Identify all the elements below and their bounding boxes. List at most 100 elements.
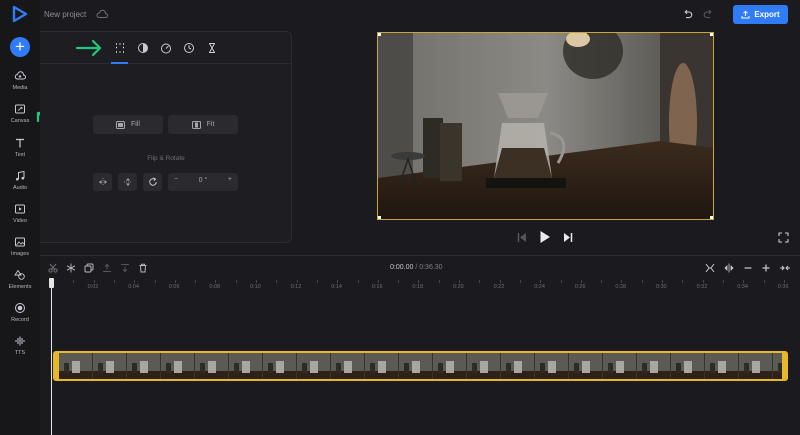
- add-button[interactable]: +: [10, 37, 30, 57]
- clip-thumbnail: [705, 353, 738, 379]
- fit-timeline-icon[interactable]: [705, 263, 715, 273]
- ruler-tick-mark: [499, 280, 501, 283]
- rotate-button[interactable]: [143, 173, 162, 191]
- time-display: 0:00.00 / 0:36.30: [390, 264, 443, 271]
- ruler-tick-mark: [662, 280, 663, 283]
- ruler-tick-label: 0:02: [87, 284, 99, 290]
- sidebar-item-tts[interactable]: TTS: [0, 335, 40, 356]
- video-clip[interactable]: [53, 351, 788, 381]
- sidebar-item-label: Images: [10, 251, 30, 257]
- upload-icon: [741, 10, 750, 19]
- clip-thumbnail: [637, 353, 670, 379]
- ruler-tick-label: 0:14: [331, 284, 342, 290]
- ruler-tick-mark: [580, 280, 582, 283]
- canvas-size-icon[interactable]: [114, 42, 126, 54]
- total-time: 0:36.30: [419, 264, 443, 271]
- playhead-handle[interactable]: [49, 278, 54, 288]
- project-title[interactable]: New project: [44, 10, 86, 19]
- ruler-tick-label: 0:10: [250, 284, 261, 290]
- fill-label: Fill: [131, 121, 140, 128]
- sidebar-item-text[interactable]: Text: [0, 137, 40, 158]
- scissors-icon[interactable]: [48, 263, 58, 273]
- video-preview[interactable]: [377, 32, 714, 220]
- clip-thumbnail: [127, 353, 160, 379]
- sidebar-item-media[interactable]: Media: [0, 70, 40, 91]
- skip-forward-icon[interactable]: [563, 232, 573, 243]
- ruler-tick-mark: [763, 280, 765, 283]
- record-icon: [15, 303, 25, 313]
- ruler-tick-mark: [459, 280, 460, 283]
- ruler-tick-label: 0:12: [290, 284, 302, 290]
- speed-icon[interactable]: [160, 42, 172, 54]
- hourglass-icon[interactable]: [206, 42, 218, 54]
- cloud-upload-icon: [14, 71, 26, 80]
- freeze-icon[interactable]: [66, 263, 76, 273]
- ruler-tick-mark: [479, 280, 481, 283]
- clip-thumbnail: [93, 353, 126, 379]
- sidebar-item-label: TTS: [14, 350, 26, 356]
- sidebar-item-label: Audio: [12, 185, 28, 191]
- video-icon: [15, 204, 25, 214]
- move-up-icon[interactable]: [102, 263, 112, 273]
- resize-handle[interactable]: [710, 216, 713, 219]
- editor-app: + Media Canvas Text Audio Video Images E…: [0, 0, 800, 435]
- rotate-increment-button[interactable]: +: [228, 176, 232, 183]
- play-icon[interactable]: [539, 230, 551, 244]
- zoom-in-icon[interactable]: [761, 263, 771, 273]
- redo-icon[interactable]: [703, 9, 714, 20]
- collapse-icon[interactable]: [779, 263, 791, 273]
- clip-thumbnail: [569, 353, 602, 379]
- ruler-tick-label: 0:22: [493, 284, 505, 290]
- resize-handle[interactable]: [378, 216, 381, 219]
- split-icon[interactable]: [724, 263, 734, 273]
- clip-thumbnail: [671, 353, 704, 379]
- ruler-tick-label: 0:34: [737, 284, 748, 290]
- move-down-icon[interactable]: [120, 263, 130, 273]
- sidebar-item-video[interactable]: Video: [0, 203, 40, 224]
- undo-icon[interactable]: [682, 9, 693, 20]
- playhead[interactable]: [51, 278, 52, 435]
- resize-handle[interactable]: [378, 33, 381, 36]
- filters-icon[interactable]: [137, 42, 149, 54]
- clip-thumbnail: [399, 353, 432, 379]
- export-button[interactable]: Export: [733, 5, 788, 24]
- ruler-tick-mark: [783, 280, 785, 283]
- duplicate-icon[interactable]: [84, 263, 94, 273]
- export-label: Export: [754, 10, 780, 19]
- trash-icon[interactable]: [138, 263, 148, 273]
- logo-icon[interactable]: [11, 5, 29, 23]
- fullscreen-icon[interactable]: [778, 232, 789, 243]
- fit-button[interactable]: Fit: [168, 115, 238, 134]
- fit-label: Fit: [206, 121, 215, 128]
- duration-icon[interactable]: [183, 42, 195, 54]
- cloud-saved-icon: [96, 9, 108, 18]
- fill-button[interactable]: Fill: [93, 115, 163, 134]
- rotation-stepper[interactable]: − 0 ° +: [168, 173, 238, 191]
- ruler-tick-label: 0:24: [534, 284, 545, 290]
- sidebar-item-elements[interactable]: Elements: [0, 269, 40, 290]
- ruler-tick-mark: [398, 280, 400, 283]
- ruler-tick-mark: [296, 280, 298, 283]
- sidebar-item-record[interactable]: Record: [0, 302, 40, 323]
- ruler-tick-mark: [377, 280, 379, 283]
- flip-horizontal-icon: [98, 178, 107, 186]
- clip-thumbnail: [59, 353, 92, 379]
- sidebar-item-label: Video: [13, 218, 27, 224]
- resize-handle[interactable]: [710, 33, 713, 36]
- clip-trim-handle-left[interactable]: [55, 353, 59, 379]
- timeline-ruler[interactable]: 0:02 0:04 0:06 0:08 0:10 0:12 0:14 0:16 0:18 0:20…: [40, 280, 800, 296]
- zoom-out-icon[interactable]: [743, 263, 753, 273]
- ruler-tick-label: 0:04: [128, 284, 139, 290]
- sidebar-item-images[interactable]: Images: [0, 236, 40, 257]
- flip-horizontal-button[interactable]: [93, 173, 112, 191]
- ruler-tick-mark: [519, 280, 521, 283]
- flip-vertical-button[interactable]: [118, 173, 137, 191]
- ruler-tick-mark: [195, 280, 197, 283]
- ruler-tick-mark: [438, 280, 440, 283]
- sidebar-item-audio[interactable]: Audio: [0, 170, 40, 191]
- ruler-tick-mark: [316, 280, 318, 283]
- music-icon: [16, 170, 25, 181]
- skip-back-icon[interactable]: [517, 232, 527, 243]
- ruler-tick-mark: [418, 280, 420, 283]
- clip-trim-handle-right[interactable]: [782, 353, 786, 379]
